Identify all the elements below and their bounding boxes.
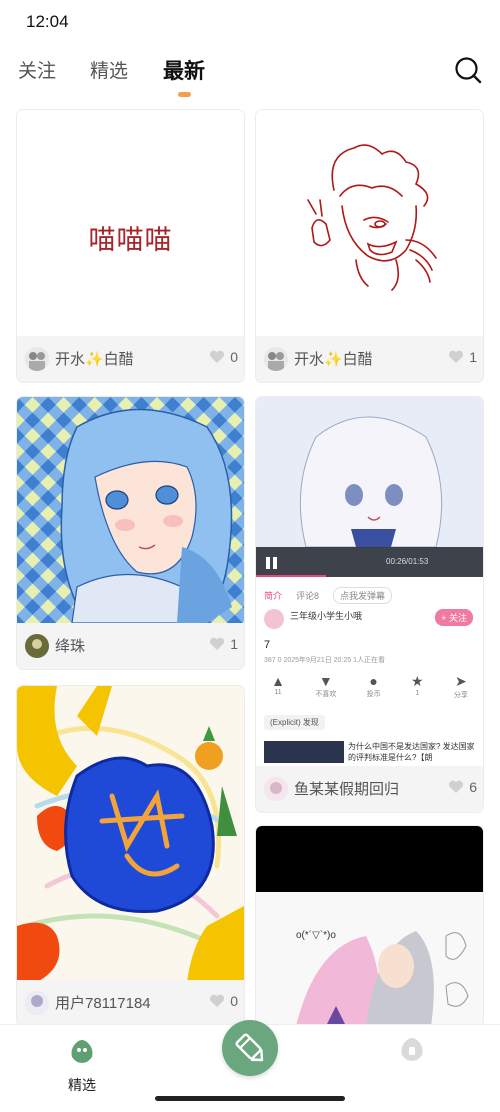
like-button[interactable]: 1 (209, 636, 238, 652)
post-footer: 开水✨白醋 0 (17, 336, 244, 382)
coin-action[interactable]: ● 投币 (367, 673, 381, 707)
like-button[interactable]: 6 (448, 779, 477, 795)
uploader-avatar (264, 609, 284, 629)
video-actions: ▲ 11 ▼ 不喜欢 ● 投币 ★ 1 ➤ 分享 (256, 673, 483, 707)
post-image[interactable]: o(*´▽`*)o (256, 826, 483, 1026)
nav-profile[interactable] (400, 1035, 430, 1065)
top-tabs: 关注 精选 最新 (0, 55, 500, 97)
post-card[interactable]: 用户78117184 0 (17, 686, 244, 1026)
avatar[interactable] (25, 634, 49, 658)
video-tab[interactable]: 简介 (264, 589, 282, 602)
nav-featured[interactable]: 精选 (62, 1033, 102, 1093)
post-card[interactable]: o(*´▽`*)o (256, 826, 483, 1026)
tab-latest[interactable]: 最新 (163, 55, 205, 85)
video-tabs: 简介 评论8 点我发弹幕 (256, 583, 483, 607)
share-action[interactable]: ➤ 分享 (454, 673, 468, 707)
pair-illustration: o(*´▽`*)o (256, 826, 483, 1026)
music-tag: (Explicit) 发现 (264, 715, 325, 730)
doodle-illustration (17, 686, 244, 982)
post-footer: 鱼某某假期回归 6 (256, 766, 483, 812)
video-title: 7 (264, 639, 271, 651)
video-meta: 387 0 2025年9月21日 20:25 1人正在看 (264, 657, 386, 664)
sketch-illustration (307, 144, 437, 291)
video-time: 00:26/01:53 (386, 557, 429, 566)
create-post-button[interactable] (222, 1020, 278, 1076)
status-time: 12:04 (26, 12, 69, 31)
tab-featured[interactable]: 精选 (90, 56, 128, 83)
portrait-illustration (17, 397, 244, 623)
search-button[interactable] (454, 56, 482, 84)
dislike-action[interactable]: ▼ 不喜欢 (315, 673, 336, 707)
like-button[interactable]: 0 (209, 993, 238, 1009)
video-tab[interactable]: 评论8 (296, 589, 319, 602)
post-image[interactable]: 喵喵喵 (17, 110, 244, 336)
like-count: 0 (230, 993, 238, 1009)
author-name[interactable]: 开水✨白醋 (55, 348, 134, 369)
like-count: 6 (469, 779, 477, 795)
author-name[interactable]: 绛珠 (55, 635, 85, 656)
avatar[interactable] (25, 347, 49, 371)
post-card[interactable]: 喵喵喵 开水✨白醋 0 (17, 110, 244, 382)
like-count: 1 (469, 349, 477, 365)
pencil-icon (235, 1033, 264, 1062)
post-footer: 开水✨白醋 1 (256, 336, 483, 382)
post-footer: 绛珠 1 (17, 623, 244, 669)
author-name[interactable]: 用户78117184 (55, 992, 151, 1013)
author-name[interactable]: 开水✨白醋 (294, 348, 373, 369)
home-indicator (155, 1096, 345, 1101)
search-icon (455, 57, 482, 84)
heart-icon (449, 350, 464, 363)
avatar[interactable] (264, 777, 288, 801)
gray-bag-icon (401, 1038, 423, 1061)
avatar[interactable] (25, 991, 49, 1015)
author-name[interactable]: 鱼某某假期回归 (294, 778, 399, 799)
like-count: 0 (230, 349, 238, 365)
post-footer: 用户78117184 0 (17, 980, 244, 1026)
favorite-action[interactable]: ★ 1 (411, 673, 424, 707)
active-tab-indicator (178, 92, 191, 97)
avatar[interactable] (264, 347, 288, 371)
like-button[interactable]: 0 (209, 349, 238, 365)
post-card[interactable]: 00:26/01:53 简介 评论8 点我发弹幕 三年级小学生小哦 + 关注 7… (256, 397, 483, 812)
heart-icon (210, 994, 225, 1007)
post-image[interactable] (17, 397, 244, 623)
heart-icon (210, 350, 225, 363)
tab-following[interactable]: 关注 (18, 56, 56, 83)
video-frame (256, 397, 483, 577)
post-image[interactable] (17, 686, 244, 982)
like-button[interactable]: 1 (448, 349, 477, 365)
post-image-text: 喵喵喵 (88, 225, 173, 255)
post-card[interactable]: 绛珠 1 (17, 397, 244, 669)
uploader-name: 三年级小学生小哦 (290, 611, 363, 621)
heart-icon (449, 780, 464, 793)
bag-icon (71, 1040, 93, 1063)
like-action[interactable]: ▲ 11 (271, 673, 285, 707)
recommend-thumb (264, 741, 344, 763)
danmaku-input[interactable]: 点我发弹幕 (333, 586, 393, 604)
post-image[interactable]: 00:26/01:53 简介 评论8 点我发弹幕 三年级小学生小哦 + 关注 7… (256, 397, 483, 766)
like-count: 1 (230, 636, 238, 652)
svg-text:o(*´▽`*)o: o(*´▽`*)o (296, 929, 336, 941)
heart-icon (210, 637, 225, 650)
post-card[interactable]: 开水✨白醋 1 (256, 110, 483, 382)
recommend-title: 为什么中国不是发达国家? 发达国家的评判标准是什么?【朗 (348, 742, 475, 762)
nav-label: 精选 (68, 1077, 96, 1093)
follow-button[interactable]: + 关注 (435, 609, 473, 626)
post-image[interactable] (256, 110, 483, 336)
